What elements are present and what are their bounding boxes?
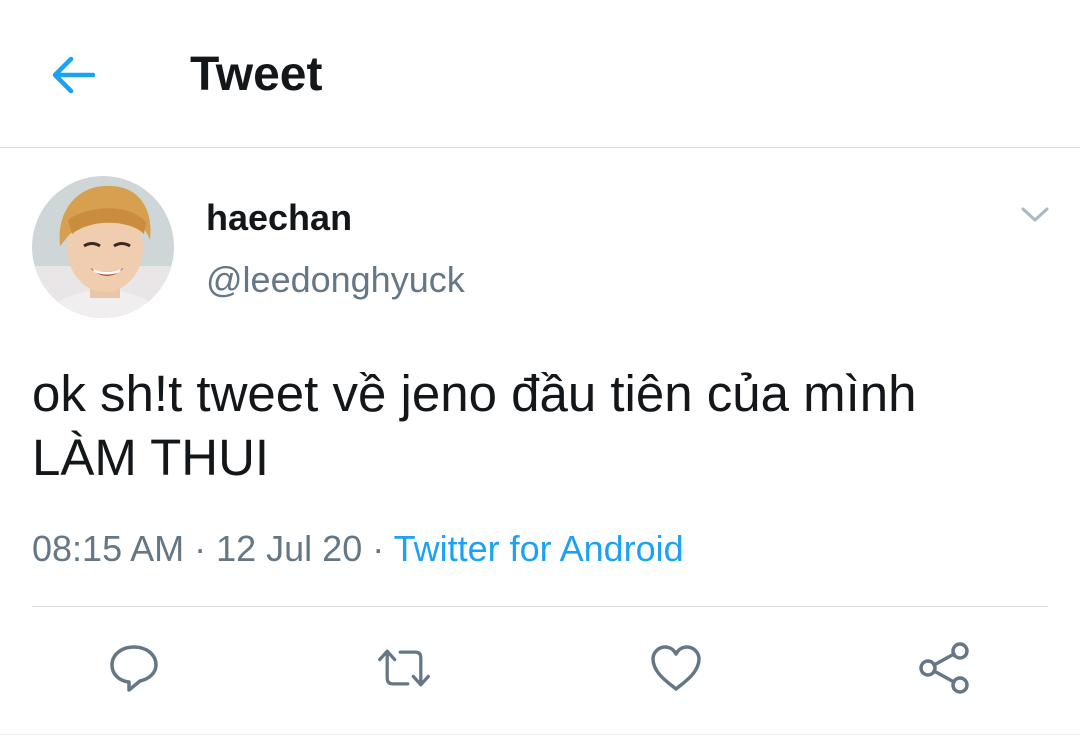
chevron-down-icon [1021,207,1049,222]
avatar[interactable] [32,176,174,318]
tweet-options-button[interactable] [1018,200,1052,230]
reply-button[interactable] [106,640,162,696]
tweet-text: ok sh!t tweet về jeno đầu tiên của mình … [32,362,1052,490]
tweet-date: 12 Jul 20 [216,528,363,569]
tweet-text-line: ok sh!t tweet về jeno đầu tiên của mình [32,365,917,422]
page-title: Tweet [190,48,323,101]
user-handle[interactable]: @leedonghyuck [206,258,465,302]
tweet-meta: 08:15 AM · 12 Jul 20 · Twitter for Andro… [32,526,684,572]
share-button[interactable] [916,640,972,696]
reply-icon [110,645,158,692]
meta-separator: · [362,528,394,569]
tweet-time: 08:15 AM [32,528,185,569]
back-arrow-icon [52,56,96,94]
tweet-text-line: LÀM THUI [32,429,270,486]
top-app-bar: Tweet [0,0,1080,148]
divider [32,606,1048,607]
tweet-source-link[interactable]: Twitter for Android [394,528,684,569]
share-icon [919,642,969,694]
retweet-icon [378,649,430,687]
heart-icon [651,645,701,691]
like-button[interactable] [648,640,704,696]
display-name[interactable]: haechan [206,196,352,240]
retweet-button[interactable] [376,640,432,696]
back-button[interactable] [46,50,100,100]
bottom-divider [0,734,1080,735]
meta-separator: · [184,528,217,569]
